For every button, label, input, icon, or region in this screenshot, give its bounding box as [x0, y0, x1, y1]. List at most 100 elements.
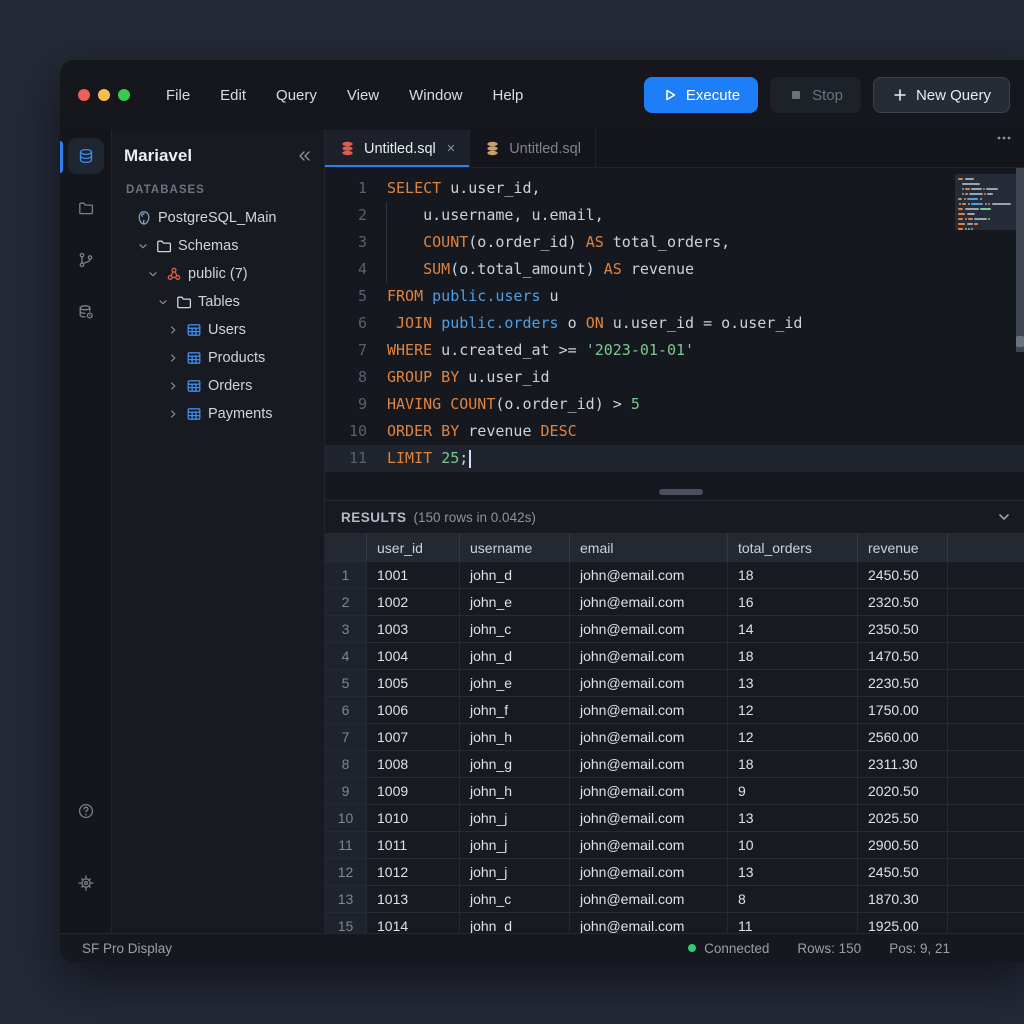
column-header-total_orders[interactable]: total_orders	[728, 534, 858, 561]
cell-email: john@email.com	[570, 724, 728, 750]
table-row[interactable]: 121012john_jjohn@email.com132450.50	[325, 859, 1024, 886]
active-rail-indicator	[60, 141, 63, 173]
tab-untitled-sql-2[interactable]: Untitled.sql	[470, 130, 596, 167]
cell-email: john@email.com	[570, 805, 728, 831]
plus-icon	[892, 87, 908, 103]
code-line-1[interactable]: 1SELECT u.user_id,	[325, 175, 1024, 202]
menu-item-query[interactable]: Query	[276, 87, 317, 104]
activity-bar-bottom	[68, 793, 104, 917]
cell-username: john_d	[460, 643, 570, 669]
line-number: 9	[325, 391, 387, 418]
table-row[interactable]: 21002john_ejohn@email.com162320.50	[325, 589, 1024, 616]
menu-item-view[interactable]: View	[347, 87, 379, 104]
toolbar-actions: Execute Stop New Query	[644, 77, 1010, 113]
minimap[interactable]	[955, 174, 1017, 230]
connected-dot-icon	[688, 944, 696, 952]
stop-icon	[788, 87, 804, 103]
column-header-rownum[interactable]	[325, 534, 367, 561]
tree-item-orders[interactable]: Orders	[124, 372, 312, 400]
editor-scrollbar-thumb[interactable]	[1016, 336, 1024, 347]
column-header-revenue[interactable]: revenue	[858, 534, 948, 561]
schema-icon	[166, 266, 182, 282]
cell-total_orders: 13	[728, 670, 858, 696]
column-header-user_id[interactable]: user_id	[367, 534, 460, 561]
code-line-2[interactable]: 2 u.username, u.email,	[325, 202, 1024, 229]
panel-resize-handle[interactable]	[659, 489, 703, 495]
rail-item-settings[interactable]	[68, 865, 104, 901]
close-tab-icon[interactable]: ×	[447, 141, 455, 157]
column-header-email[interactable]: email	[570, 534, 728, 561]
tree-item-users[interactable]: Users	[124, 316, 312, 344]
code-line-7[interactable]: 7WHERE u.created_at >= '2023-01-01'	[325, 337, 1024, 364]
tree-item-label: Orders	[208, 378, 252, 394]
panel-resize-strip	[325, 484, 1024, 500]
code-line-6[interactable]: 6 JOIN public.orders o ON u.user_id = o.…	[325, 310, 1024, 337]
cell-revenue: 2900.50	[858, 832, 948, 858]
new-query-button[interactable]: New Query	[873, 77, 1010, 113]
tree-item-label: public (7)	[188, 266, 248, 282]
tree-item-tables[interactable]: Tables	[124, 288, 312, 316]
tab-overflow-menu-icon[interactable]	[996, 130, 1012, 146]
menu-item-edit[interactable]: Edit	[220, 87, 246, 104]
rail-item-database[interactable]	[68, 138, 104, 174]
tree-item-public-7[interactable]: public (7)	[124, 260, 312, 288]
table-row[interactable]: 31003john_cjohn@email.com142350.50	[325, 616, 1024, 643]
tab-untitled-sql-1[interactable]: Untitled.sql×	[325, 130, 470, 167]
table-row[interactable]: 41004john_djohn@email.com181470.50	[325, 643, 1024, 670]
line-number: 10	[325, 418, 387, 445]
cell-total_orders: 8	[728, 886, 858, 912]
code-line-11[interactable]: 11LIMIT 25;	[325, 445, 1024, 472]
filler-cell	[948, 886, 1024, 912]
table-row[interactable]: 71007john_hjohn@email.com122560.00	[325, 724, 1024, 751]
cell-username: john_h	[460, 724, 570, 750]
app-title: Mariavel	[124, 146, 192, 166]
menu-item-help[interactable]: Help	[493, 87, 524, 104]
sql-editor[interactable]: 1SELECT u.user_id,2 u.username, u.email,…	[325, 168, 1024, 484]
code-line-8[interactable]: 8GROUP BY u.user_id	[325, 364, 1024, 391]
tree-item-label: Payments	[208, 406, 272, 422]
table-row[interactable]: 81008john_gjohn@email.com182311.30	[325, 751, 1024, 778]
cell-email: john@email.com	[570, 562, 728, 588]
filler-cell	[948, 534, 1024, 561]
close-window-icon[interactable]	[78, 89, 90, 101]
rail-item-folder[interactable]	[68, 190, 104, 226]
menu-item-window[interactable]: Window	[409, 87, 462, 104]
menu-item-file[interactable]: File	[166, 87, 190, 104]
rail-item-git-branch[interactable]	[68, 242, 104, 278]
column-header-username[interactable]: username	[460, 534, 570, 561]
tree-item-postgresql-main[interactable]: PostgreSQL_Main	[124, 204, 312, 232]
cell-total_orders: 12	[728, 697, 858, 723]
collapse-sidebar-icon[interactable]	[296, 148, 312, 164]
code-line-3[interactable]: 3 COUNT(o.order_id) AS total_orders,	[325, 229, 1024, 256]
code-line-10[interactable]: 10ORDER BY revenue DESC	[325, 418, 1024, 445]
table-row[interactable]: 101010john_jjohn@email.com132025.50	[325, 805, 1024, 832]
execute-button[interactable]: Execute	[644, 77, 758, 113]
code-line-5[interactable]: 5FROM public.users u	[325, 283, 1024, 310]
table-row[interactable]: 91009john_hjohn@email.com92020.50	[325, 778, 1024, 805]
cell-email: john@email.com	[570, 886, 728, 912]
table-row[interactable]: 151014john_djohn@email.com111925.00	[325, 913, 1024, 933]
tree-item-payments[interactable]: Payments	[124, 400, 312, 428]
rail-item-help[interactable]	[68, 793, 104, 829]
tree-item-schemas[interactable]: Schemas	[124, 232, 312, 260]
tree-item-products[interactable]: Products	[124, 344, 312, 372]
table-row[interactable]: 11001john_djohn@email.com182450.50	[325, 562, 1024, 589]
table-row[interactable]: 131013john_cjohn@email.com81870.30	[325, 886, 1024, 913]
cell-email: john@email.com	[570, 751, 728, 777]
code-line-9[interactable]: 9HAVING COUNT(o.order_id) > 5	[325, 391, 1024, 418]
table-row[interactable]: 111011john_jjohn@email.com102900.50	[325, 832, 1024, 859]
cell-total_orders: 18	[728, 751, 858, 777]
collapse-results-icon[interactable]	[996, 509, 1012, 525]
editor-scrollbar[interactable]	[1016, 168, 1024, 352]
maximize-window-icon[interactable]	[118, 89, 130, 101]
code-line-4[interactable]: 4 SUM(o.total_amount) AS revenue	[325, 256, 1024, 283]
table-row[interactable]: 61006john_fjohn@email.com121750.00	[325, 697, 1024, 724]
table-row[interactable]: 51005john_ejohn@email.com132230.50	[325, 670, 1024, 697]
filler-cell	[948, 589, 1024, 615]
cell-email: john@email.com	[570, 697, 728, 723]
minimize-window-icon[interactable]	[98, 89, 110, 101]
stop-button[interactable]: Stop	[770, 77, 861, 113]
cell-revenue: 2450.50	[858, 859, 948, 885]
cell-username: john_f	[460, 697, 570, 723]
rail-item-db-settings[interactable]	[68, 294, 104, 330]
